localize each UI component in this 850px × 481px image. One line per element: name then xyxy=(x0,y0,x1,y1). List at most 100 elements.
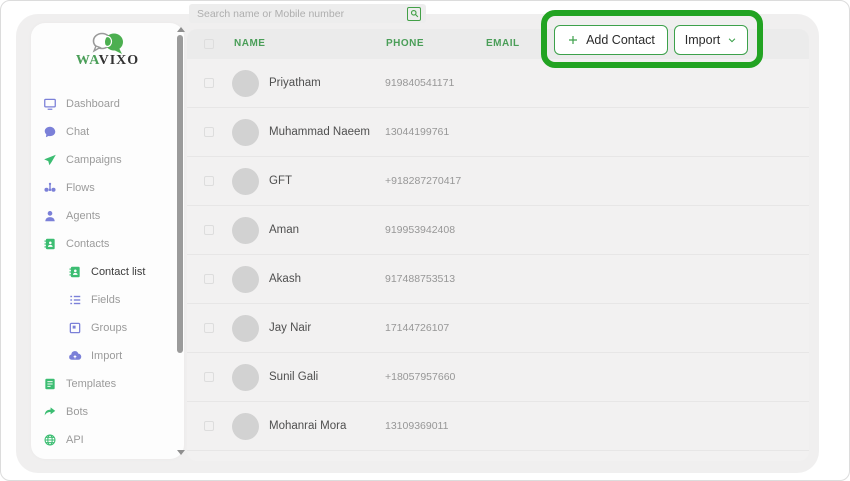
row-checkbox[interactable] xyxy=(204,78,214,88)
chevron-down-icon xyxy=(727,35,737,45)
contact-phone: 13044199761 xyxy=(385,108,449,157)
sidebar-item-label: Dashboard xyxy=(66,98,120,110)
avatar xyxy=(232,364,259,391)
brand-name: WAVIXO xyxy=(31,53,184,69)
import-button-label: Import xyxy=(685,33,720,47)
avatar xyxy=(232,413,259,440)
contact-phone: 919953942408 xyxy=(385,206,455,255)
scroll-down-arrow-icon[interactable] xyxy=(177,450,185,455)
sidebar-item-label: Flows xyxy=(66,182,95,194)
chat-icon xyxy=(43,125,57,139)
table-row: Sunil Gali +18057957660 xyxy=(187,353,809,402)
scrollbar-thumb[interactable] xyxy=(177,35,183,353)
table-row: GFT +918287270417 xyxy=(187,157,809,206)
sidebar-item-label: Groups xyxy=(91,322,127,334)
sidebar-item-label: Import xyxy=(91,350,122,362)
table-row: Mohanrai Mora 13109369011 xyxy=(187,402,809,451)
contact-name: Priyatham xyxy=(269,59,321,108)
sidebar-item-label: Contact list xyxy=(91,266,145,278)
column-header-name: NAME xyxy=(234,29,265,59)
search-button[interactable] xyxy=(407,7,421,21)
row-checkbox[interactable] xyxy=(204,274,214,284)
avatar xyxy=(232,266,259,293)
contact-name: Mohanrai Mora xyxy=(269,402,346,451)
table-row: Akash 917488753513 xyxy=(187,255,809,304)
sidebar-item-flows[interactable]: Flows xyxy=(31,174,177,202)
add-contact-label: Add Contact xyxy=(586,33,655,47)
contact-phone: +918287270417 xyxy=(385,157,461,206)
contact-list-icon xyxy=(68,265,82,279)
contact-name: Sunil Gali xyxy=(269,353,318,402)
contact-phone: 917488753513 xyxy=(385,255,455,304)
sidebar-scrollbar xyxy=(176,23,184,459)
contact-phone: +18057957660 xyxy=(385,353,455,402)
sidebar-item-contact-list[interactable]: Contact list xyxy=(31,258,177,286)
add-contact-button[interactable]: Add Contact xyxy=(554,25,668,55)
send-icon xyxy=(43,153,57,167)
sidebar-item-bots[interactable]: Bots xyxy=(31,398,177,426)
sidebar-item-dashboard[interactable]: Dashboard xyxy=(31,90,177,118)
sidebar-item-groups[interactable]: Groups xyxy=(31,314,177,342)
sidebar-item-api[interactable]: API xyxy=(31,426,177,454)
sidebar-nav: Dashboard Chat Campaigns Flows xyxy=(31,90,177,454)
templates-icon xyxy=(43,377,57,391)
sidebar-item-label: Fields xyxy=(91,294,120,306)
sidebar-item-label: Bots xyxy=(66,406,88,418)
search-bar xyxy=(189,4,426,23)
flows-icon xyxy=(43,181,57,195)
logo: WAVIXO xyxy=(31,31,184,69)
contact-phone: 919840541171 xyxy=(385,59,454,108)
contact-phone: 13109369011 xyxy=(385,402,448,451)
sidebar-item-campaigns[interactable]: Campaigns xyxy=(31,146,177,174)
contact-table: NAME PHONE EMAIL Priyatham 919840541171 … xyxy=(187,29,809,461)
import-icon xyxy=(68,349,82,363)
table-row: Priyatham 919840541171 xyxy=(187,59,809,108)
sidebar-item-label: Chat xyxy=(66,126,89,138)
sidebar-item-templates[interactable]: Templates xyxy=(31,370,177,398)
sidebar-item-import[interactable]: Import xyxy=(31,342,177,370)
scroll-up-arrow-icon[interactable] xyxy=(177,27,185,32)
contact-name: Jay Nair xyxy=(269,304,311,353)
row-checkbox[interactable] xyxy=(204,421,214,431)
sidebar-item-label: Campaigns xyxy=(66,154,122,166)
column-header-email: EMAIL xyxy=(486,29,520,59)
sidebar-item-label: Templates xyxy=(66,378,116,390)
column-header-phone: PHONE xyxy=(386,29,424,59)
avatar xyxy=(232,119,259,146)
avatar xyxy=(232,217,259,244)
table-row: Jay Nair 17144726107 xyxy=(187,304,809,353)
import-button[interactable]: Import xyxy=(674,25,748,55)
agents-icon xyxy=(43,209,57,223)
api-icon xyxy=(43,433,57,447)
sidebar-item-label: Agents xyxy=(66,210,100,222)
contact-name: Muhammad Naeem xyxy=(269,108,370,157)
row-checkbox[interactable] xyxy=(204,323,214,333)
row-checkbox[interactable] xyxy=(204,176,214,186)
search-icon xyxy=(410,9,419,18)
avatar xyxy=(232,70,259,97)
row-checkbox[interactable] xyxy=(204,372,214,382)
sidebar: WAVIXO Dashboard Chat Campaigns xyxy=(31,23,184,459)
avatar xyxy=(232,168,259,195)
dashboard-icon xyxy=(43,97,57,111)
groups-icon xyxy=(68,321,82,335)
sidebar-item-contacts[interactable]: Contacts xyxy=(31,230,177,258)
contact-name: Akash xyxy=(269,255,301,304)
table-row: Muhammad Naeem 13044199761 xyxy=(187,108,809,157)
row-checkbox[interactable] xyxy=(204,127,214,137)
sidebar-item-label: Contacts xyxy=(66,238,109,250)
sidebar-item-fields[interactable]: Fields xyxy=(31,286,177,314)
sidebar-item-agents[interactable]: Agents xyxy=(31,202,177,230)
sidebar-item-chat[interactable]: Chat xyxy=(31,118,177,146)
search-input[interactable] xyxy=(189,4,407,23)
contacts-icon xyxy=(43,237,57,251)
fields-icon xyxy=(68,293,82,307)
bots-icon xyxy=(43,405,57,419)
contact-name: GFT xyxy=(269,157,292,206)
contacts-page: WAVIXO Dashboard Chat Campaigns xyxy=(0,0,850,481)
select-all-checkbox[interactable] xyxy=(204,39,214,49)
row-checkbox[interactable] xyxy=(204,225,214,235)
contact-phone: 17144726107 xyxy=(385,304,449,353)
sidebar-item-label: API xyxy=(66,434,84,446)
table-row: Aman 919953942408 xyxy=(187,206,809,255)
